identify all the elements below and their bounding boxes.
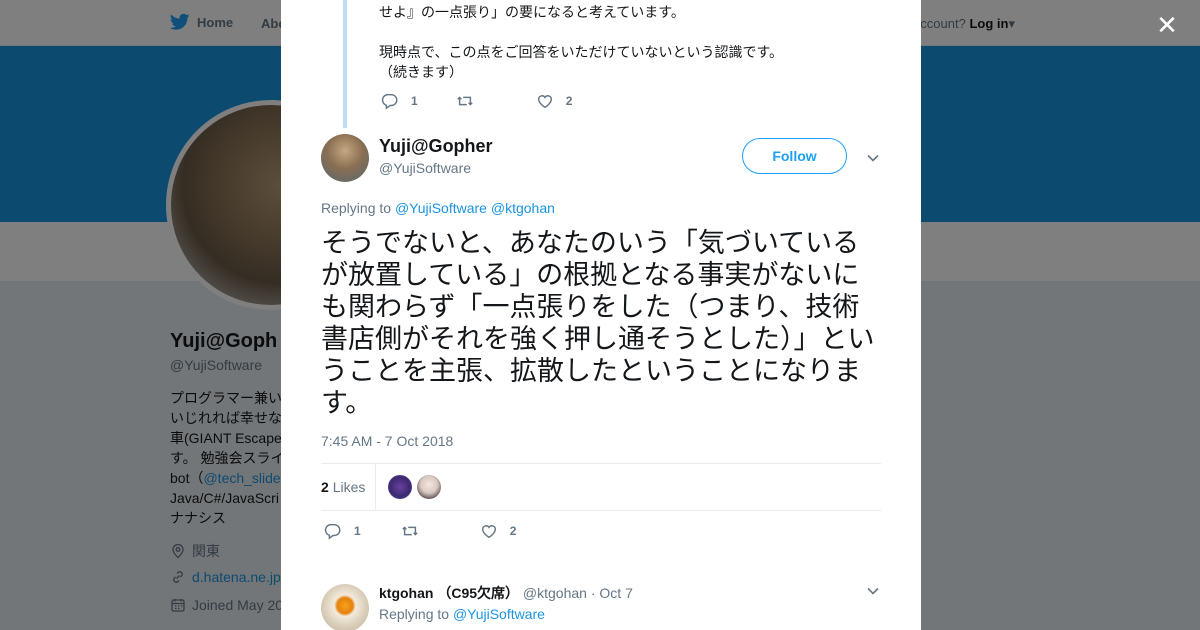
like-button[interactable]: 2 bbox=[536, 92, 572, 110]
previous-tweet-actions: 1 2 bbox=[381, 92, 572, 110]
tweet-timestamp[interactable]: 7:45 AM - 7 Oct 2018 bbox=[321, 433, 453, 449]
reply-icon bbox=[324, 523, 341, 540]
follow-button[interactable]: Follow bbox=[742, 138, 847, 174]
tweet-text: そうでないと、あなたのいう「気づいているが放置している」の根拠となる事実がないに… bbox=[321, 228, 875, 418]
reply-button[interactable]: 1 bbox=[381, 92, 418, 110]
mention-link[interactable]: @YujiSoftware bbox=[395, 200, 487, 216]
heart-icon bbox=[481, 525, 496, 539]
like-button[interactable]: 2 bbox=[480, 522, 516, 540]
author-avatar[interactable] bbox=[321, 134, 369, 182]
reply-icon bbox=[381, 93, 398, 110]
stats-divider bbox=[375, 464, 376, 510]
previous-tweet-text: せよ』の一点張り」の要になると考えています。 現時点で、この点をご回答をいただけ… bbox=[379, 4, 784, 80]
reply-replying-to: Replying to @YujiSoftware bbox=[379, 606, 545, 622]
reply-header: ktgohan （C95欠席） @ktgohan · Oct 7 bbox=[379, 583, 633, 603]
reply-button[interactable]: 1 bbox=[324, 522, 361, 540]
retweet-icon bbox=[456, 96, 473, 106]
reply-author-avatar[interactable] bbox=[321, 584, 369, 630]
liker-avatar[interactable] bbox=[388, 475, 412, 499]
retweet-button[interactable] bbox=[401, 522, 419, 540]
chevron-down-icon[interactable] bbox=[866, 151, 880, 165]
mention-link[interactable]: @ktgohan bbox=[491, 200, 555, 216]
mention-link[interactable]: @YujiSoftware bbox=[453, 606, 545, 622]
author-name[interactable]: Yuji@Gopher bbox=[379, 136, 493, 157]
retweet-button[interactable] bbox=[456, 92, 474, 110]
reply-author-handle[interactable]: @ktgohan bbox=[523, 585, 587, 601]
liker-avatar[interactable] bbox=[417, 475, 441, 499]
chevron-down-icon[interactable] bbox=[866, 584, 880, 598]
reply-author-name[interactable]: ktgohan （C95欠席） bbox=[379, 585, 519, 601]
retweet-icon bbox=[401, 526, 418, 536]
heart-icon bbox=[537, 95, 552, 109]
tweet-actions: 1 2 bbox=[324, 522, 516, 540]
close-icon[interactable]: ✕ bbox=[1154, 12, 1180, 38]
reply-date[interactable]: · Oct 7 bbox=[591, 585, 633, 601]
tweet-stats: 2 Likes bbox=[321, 463, 881, 511]
author-handle[interactable]: @YujiSoftware bbox=[379, 160, 471, 176]
tweet-modal: せよ』の一点張り」の要になると考えています。 現時点で、この点をご回答をいただけ… bbox=[281, 0, 921, 630]
thread-connector-line bbox=[343, 0, 347, 128]
likes-count[interactable]: 2 Likes bbox=[321, 479, 365, 495]
replying-to: Replying to @YujiSoftware @ktgohan bbox=[321, 200, 555, 216]
